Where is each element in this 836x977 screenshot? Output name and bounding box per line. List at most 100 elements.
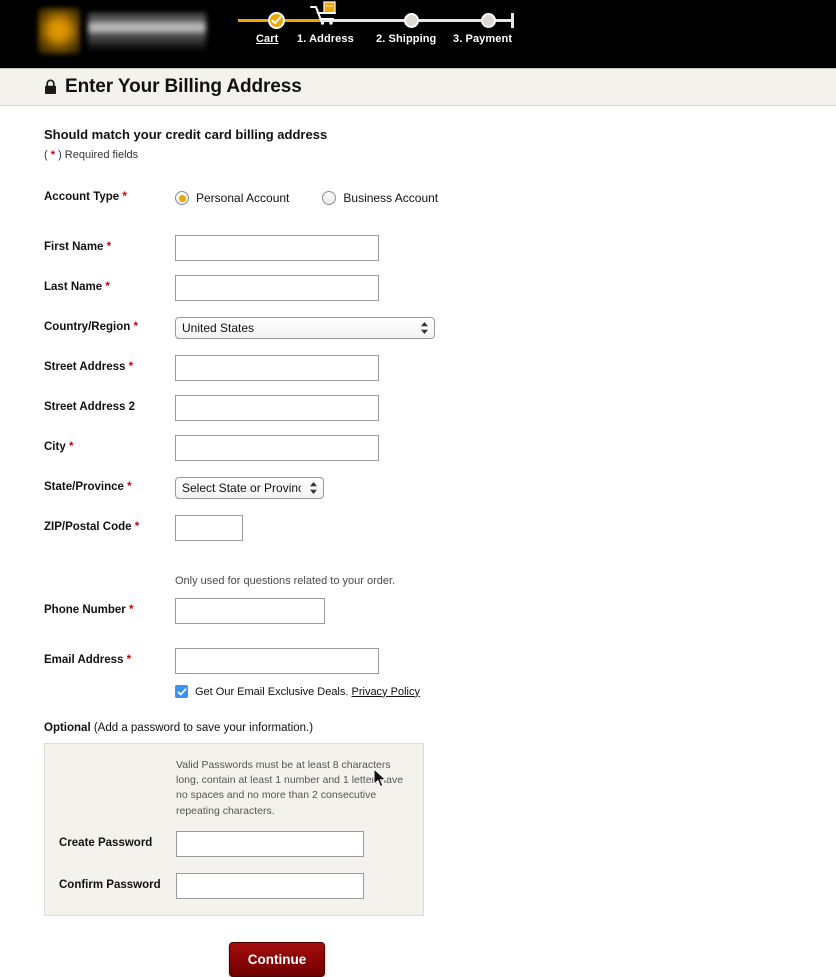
privacy-policy-link[interactable]: Privacy Policy xyxy=(352,686,420,698)
label-last-name-text: Last Name xyxy=(44,281,102,293)
required-marker: * xyxy=(107,241,111,253)
label-zip-text: ZIP/Postal Code xyxy=(44,521,132,533)
field-row-last-name: Last Name * xyxy=(44,275,836,301)
field-row-street-address-2: Street Address 2 xyxy=(44,395,836,421)
required-marker: * xyxy=(129,361,133,373)
label-first-name-text: First Name xyxy=(44,241,103,253)
field-row-zip: ZIP/Postal Code * xyxy=(44,515,836,541)
label-street-address-2-text: Street Address 2 xyxy=(44,401,135,413)
label-phone-text: Phone Number xyxy=(44,604,126,616)
label-account-type-text: Account Type xyxy=(44,191,119,203)
street-address-2-input[interactable] xyxy=(175,395,379,421)
shopping-cart-glyph xyxy=(304,1,344,31)
phone-input[interactable] xyxy=(175,598,325,624)
continue-button[interactable]: Continue xyxy=(229,942,325,977)
label-country-text: Country/Region xyxy=(44,321,130,333)
confirm-password-input[interactable] xyxy=(176,873,364,899)
continue-button-wrap: Continue xyxy=(175,942,379,977)
required-marker: * xyxy=(122,191,126,203)
label-create-password: Create Password xyxy=(45,837,176,851)
field-row-street-address: Street Address * xyxy=(44,355,836,381)
city-input[interactable] xyxy=(175,435,379,461)
label-first-name: First Name * xyxy=(44,241,175,255)
password-panel: Valid Passwords must be at least 8 chara… xyxy=(44,743,424,916)
label-account-type: Account Type * xyxy=(44,191,175,205)
field-row-email: Email Address * xyxy=(44,648,836,674)
billing-address-form: Should match your credit card billing ad… xyxy=(0,106,836,977)
form-section-title: Should match your credit card billing ad… xyxy=(44,127,836,142)
required-fields-note: ( * ) Required fields xyxy=(44,149,836,161)
step-icon-payment-dot-icon[interactable] xyxy=(481,13,496,28)
checkmark-icon xyxy=(177,687,187,697)
state-select[interactable]: Select State or Province xyxy=(175,477,324,499)
required-marker: * xyxy=(69,441,73,453)
account-type-radio-group: Personal Account Business Account xyxy=(175,191,438,205)
required-marker: * xyxy=(105,281,109,293)
step-icon-cart-check-circle-icon[interactable] xyxy=(268,12,285,29)
field-row-country: Country/Region * United States xyxy=(44,315,836,341)
label-phone: Phone Number * xyxy=(44,604,175,618)
last-name-input[interactable] xyxy=(175,275,379,301)
field-row-phone: Phone Number * xyxy=(44,598,836,624)
email-optin-checkbox[interactable] xyxy=(175,685,188,698)
country-select-wrap: United States xyxy=(175,317,435,339)
zip-input[interactable] xyxy=(175,515,243,541)
check-icon xyxy=(271,15,282,26)
label-street-address-2: Street Address 2 xyxy=(44,401,175,415)
required-marker: * xyxy=(127,654,131,666)
required-note-prefix: ( xyxy=(44,149,51,161)
label-street-address-text: Street Address xyxy=(44,361,125,373)
label-country: Country/Region * xyxy=(44,321,175,335)
step-icon-shopping-cart-icon[interactable] xyxy=(304,1,344,31)
required-note-suffix: ) Required fields xyxy=(55,149,138,161)
radio-option-personal-account[interactable]: Personal Account xyxy=(175,191,289,205)
page-title: Enter Your Billing Address xyxy=(65,76,302,98)
state-select-wrap: Select State or Province xyxy=(175,477,324,499)
radio-button-personal[interactable] xyxy=(175,191,189,205)
required-marker: * xyxy=(135,521,139,533)
field-row-city: City * xyxy=(44,435,836,461)
first-name-input[interactable] xyxy=(175,235,379,261)
create-password-input[interactable] xyxy=(176,831,364,857)
step-label-address[interactable]: 1. Address xyxy=(297,33,354,45)
email-input[interactable] xyxy=(175,648,379,674)
step-label-payment[interactable]: 3. Payment xyxy=(453,33,512,45)
password-rules-text: Valid Passwords must be at least 8 chara… xyxy=(176,758,406,819)
progress-endcap-icon xyxy=(511,13,514,28)
logo-wordmark xyxy=(88,13,206,49)
optional-bold-label: Optional xyxy=(44,722,91,734)
site-logo[interactable] xyxy=(38,8,206,54)
step-label-shipping[interactable]: 2. Shipping xyxy=(376,33,436,45)
label-city: City * xyxy=(44,441,175,455)
label-confirm-password: Confirm Password xyxy=(45,879,176,893)
radio-label-personal[interactable]: Personal Account xyxy=(196,191,289,205)
label-city-text: City xyxy=(44,441,66,453)
step-label-cart[interactable]: Cart xyxy=(256,33,278,45)
required-marker: * xyxy=(129,604,133,616)
lock-icon xyxy=(44,79,57,95)
radio-button-business[interactable] xyxy=(322,191,336,205)
optional-section-heading: Optional (Add a password to save your in… xyxy=(44,722,836,734)
field-row-first-name: First Name * xyxy=(44,235,836,261)
required-marker: * xyxy=(133,321,137,333)
optional-description: (Add a password to save your information… xyxy=(91,722,313,734)
radio-label-business[interactable]: Business Account xyxy=(343,191,438,205)
field-row-confirm-password: Confirm Password xyxy=(45,873,423,899)
logo-mark-icon xyxy=(38,8,80,54)
label-email: Email Address * xyxy=(44,654,175,668)
radio-selected-pip-icon xyxy=(179,195,186,202)
checkout-progress-steps: Cart 1. Address 2. Shipping 3. Payment xyxy=(238,5,528,63)
page-title-bar: Enter Your Billing Address xyxy=(0,68,836,106)
country-select[interactable]: United States xyxy=(175,317,435,339)
field-row-state: State/Province * Select State or Provinc… xyxy=(44,475,836,501)
label-state: State/Province * xyxy=(44,481,175,495)
email-optin-text: Get Our Email Exclusive Deals. xyxy=(195,686,348,698)
email-optin-label: Get Our Email Exclusive Deals. Privacy P… xyxy=(195,686,420,698)
step-icon-shipping-dot-icon[interactable] xyxy=(404,13,419,28)
label-zip: ZIP/Postal Code * xyxy=(44,521,175,535)
street-address-input[interactable] xyxy=(175,355,379,381)
radio-option-business-account[interactable]: Business Account xyxy=(322,191,438,205)
label-street-address: Street Address * xyxy=(44,361,175,375)
label-email-text: Email Address xyxy=(44,654,123,666)
field-row-account-type: Account Type * Personal Account Business… xyxy=(44,185,836,211)
